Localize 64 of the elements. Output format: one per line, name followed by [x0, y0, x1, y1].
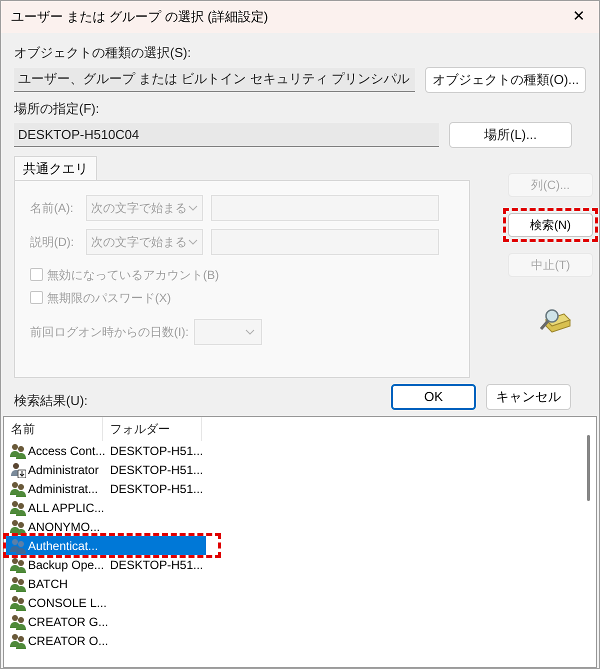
- side-button[interactable]: 検索(N): [508, 213, 593, 237]
- scrollbar-thumb[interactable]: [587, 435, 590, 501]
- result-row[interactable]: Access Cont... DESKTOP-H51...: [6, 441, 206, 460]
- table-cell-text: Administrat...: [28, 480, 100, 498]
- field-label: 名前(A):: [30, 200, 74, 217]
- user-group-icon: [10, 632, 26, 648]
- results-label: 検索結果(U):: [14, 392, 88, 410]
- table-cell-text: DESKTOP-H51...: [110, 442, 204, 460]
- table-cell-text: ANONYMO...: [28, 518, 102, 536]
- result-row[interactable]: CREATOR O...: [6, 631, 206, 650]
- text-field[interactable]: [211, 229, 439, 255]
- object-type-button[interactable]: オブジェクトの種類(O)...: [425, 66, 586, 92]
- user-group-icon: [10, 614, 26, 630]
- table-cell-text: DESKTOP-H51...: [110, 480, 204, 498]
- field-label: 前回ログオン時からの日数(I):: [30, 324, 190, 341]
- close-button[interactable]: ✕: [559, 1, 599, 33]
- dialog-button[interactable]: OK: [391, 384, 476, 410]
- text-field[interactable]: [211, 195, 439, 221]
- result-row[interactable]: Administrat... DESKTOP-H51...: [6, 479, 206, 498]
- days-dropdown[interactable]: [194, 319, 262, 345]
- user-group-icon: [10, 442, 26, 458]
- table-cell-text: BATCH: [28, 576, 69, 592]
- table-cell-text: ALL APPLIC...: [28, 500, 106, 516]
- user-group-icon: [10, 500, 26, 516]
- table-cell-text: CREATOR O...: [28, 632, 108, 650]
- dialog-button[interactable]: キャンセル: [486, 384, 571, 410]
- table-cell-text: CONSOLE L...: [28, 594, 108, 612]
- result-row[interactable]: ALL APPLIC...: [6, 498, 206, 517]
- chevron-down-icon: [188, 239, 198, 245]
- result-row[interactable]: CREATOR G...: [6, 612, 206, 631]
- field-label: 場所の指定(F):: [14, 100, 100, 118]
- user-group-icon: [10, 576, 26, 592]
- user-icon: [10, 462, 26, 478]
- table-cell-text: CREATOR G...: [28, 614, 108, 630]
- location-field: DESKTOP-H510C04: [14, 123, 439, 147]
- chevron-down-icon: [245, 329, 255, 335]
- user-group-icon: [10, 594, 26, 610]
- user-group-icon: [10, 480, 26, 496]
- result-row[interactable]: Administrator DESKTOP-H51...: [6, 460, 206, 479]
- field-label: オブジェクトの種類の選択(S):: [14, 44, 192, 62]
- field-label: 説明(D):: [30, 234, 75, 251]
- checkbox-label: 無期限のパスワード(X): [47, 290, 171, 306]
- column-header[interactable]: 名前: [4, 417, 103, 441]
- location-button[interactable]: 場所(L)...: [449, 122, 572, 148]
- table-cell-text: DESKTOP-H51...: [110, 462, 204, 478]
- window-title: ユーザー または グループ の選択 (詳細設定): [11, 8, 268, 26]
- result-row[interactable]: Authenticat...: [6, 536, 206, 555]
- table-cell-text: DESKTOP-H51...: [110, 556, 204, 574]
- table-cell-text: Administrator: [28, 462, 100, 478]
- checkbox-label: 無効になっているアカウント(B): [47, 266, 219, 284]
- result-row[interactable]: CONSOLE L...: [6, 593, 206, 612]
- result-row[interactable]: Backup Ope... DESKTOP-H51...: [6, 555, 206, 574]
- result-row[interactable]: ANONYMO...: [6, 517, 206, 536]
- object-type-field: ユーザー、グループ または ビルトイン セキュリティ プリンシパル: [14, 68, 416, 92]
- result-row[interactable]: BATCH: [6, 574, 206, 593]
- user-group-icon: [10, 538, 26, 554]
- table-cell-text: Access Cont...: [28, 442, 106, 460]
- table-cell-text: Authenticat...: [28, 538, 100, 554]
- user-group-icon: [10, 556, 26, 572]
- column-header[interactable]: フォルダー: [103, 417, 202, 441]
- tab[interactable]: 共通クエリ: [14, 156, 97, 180]
- table-cell-text: Backup Ope...: [28, 556, 106, 574]
- chevron-down-icon: [188, 205, 198, 211]
- user-group-icon: [10, 518, 26, 534]
